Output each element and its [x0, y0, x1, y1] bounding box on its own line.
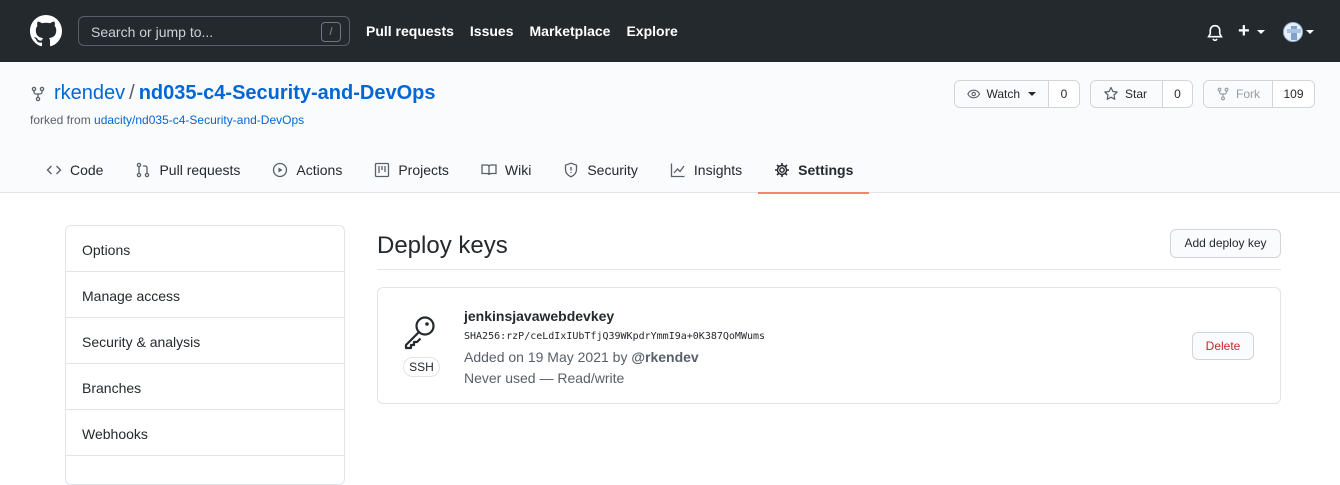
tab-label: Code — [70, 161, 104, 178]
create-new-button[interactable]: + — [1238, 21, 1250, 41]
shield-icon — [565, 162, 578, 178]
star-label: Star — [1125, 87, 1148, 101]
nav-marketplace[interactable]: Marketplace — [530, 23, 611, 39]
repo-title-separator: / — [129, 82, 135, 104]
tab-label: Security — [587, 161, 638, 178]
fork-count[interactable]: 109 — [1273, 81, 1314, 107]
nav-pull-requests[interactable]: Pull requests — [366, 23, 454, 39]
divider — [377, 269, 1281, 270]
star-count[interactable]: 0 — [1163, 81, 1192, 107]
search-placeholder: Search or jump to... — [91, 24, 214, 40]
star-button-group: Star 0 — [1090, 80, 1193, 108]
key-icon — [404, 316, 435, 350]
project-icon — [375, 162, 390, 177]
add-deploy-key-button[interactable]: Add deploy key — [1170, 229, 1281, 258]
repo-owner-link[interactable]: rkendev — [54, 82, 125, 104]
deploy-key-item: SSH jenkinsjavawebdevkey SHA256:rzP/ceLd… — [377, 287, 1281, 404]
watch-button-group: Watch 0 — [954, 80, 1080, 108]
tab-settings[interactable]: Settings — [758, 146, 870, 194]
watch-button[interactable]: Watch — [955, 81, 1049, 107]
tab-label: Settings — [798, 161, 854, 178]
forked-from: forked from udacity/nd035-c4-Security-an… — [30, 113, 304, 127]
tab-label: Actions — [296, 161, 343, 178]
git-pull-request-icon — [137, 162, 150, 177]
tab-actions[interactable]: Actions — [256, 146, 358, 193]
tab-projects[interactable]: Projects — [358, 146, 465, 193]
tab-insights[interactable]: Insights — [654, 146, 758, 193]
menu-item-security-analysis[interactable]: Security & analysis — [66, 318, 344, 364]
tab-code[interactable]: Code — [30, 146, 119, 193]
bell-icon[interactable] — [1206, 24, 1224, 42]
nav-issues[interactable]: Issues — [470, 23, 514, 39]
watch-count[interactable]: 0 — [1049, 81, 1079, 107]
tab-label: Wiki — [504, 161, 532, 178]
gear-icon — [775, 162, 790, 177]
repo-title: rkendev / nd035-c4-Security-and-DevOps — [54, 82, 435, 105]
delete-key-button[interactable]: Delete — [1192, 332, 1254, 360]
key-added-info: Added on 19 May 2021 by @rkendev — [464, 349, 699, 365]
ssh-badge: SSH — [403, 357, 440, 377]
star-icon — [1104, 86, 1118, 100]
key-added-by-link[interactable]: @rkendev — [631, 349, 698, 365]
header-nav: Pull requests Issues Marketplace Explore — [366, 23, 694, 39]
chevron-down-icon — [1257, 30, 1265, 34]
page-title: Deploy keys — [377, 232, 508, 259]
menu-item-branches[interactable]: Branches — [66, 364, 344, 410]
avatar[interactable] — [1283, 22, 1303, 42]
github-logo-icon[interactable] — [30, 15, 62, 47]
tab-security[interactable]: Security — [547, 146, 654, 193]
key-fingerprint: SHA256:rzP/ceLdIxIUbTfjQ39WKpdrYmmI9a+0K… — [464, 331, 766, 342]
nav-explore[interactable]: Explore — [626, 23, 677, 39]
settings-menu: Options Manage access Security & analysi… — [65, 225, 345, 485]
key-title: jenkinsjavawebdevkey — [464, 308, 615, 324]
tab-pull-requests[interactable]: Pull requests — [119, 146, 256, 193]
forked-from-prefix: forked from — [30, 113, 95, 127]
watch-label: Watch — [986, 87, 1020, 101]
code-icon — [46, 165, 62, 174]
fork-button-group: Fork 109 — [1203, 80, 1315, 108]
repo-forked-icon — [1217, 87, 1229, 101]
search-input[interactable]: Search or jump to... / — [78, 16, 350, 46]
key-added-text: Added on 19 May 2021 by — [464, 349, 632, 365]
repo-tabs: Code Pull requests Actions Projects Wiki… — [30, 146, 870, 194]
search-shortcut-key: / — [321, 22, 341, 42]
fork-button[interactable]: Fork — [1204, 81, 1273, 107]
book-icon — [481, 163, 497, 175]
key-usage: Never used — Read/write — [464, 370, 625, 386]
repo-forked-icon — [31, 86, 45, 102]
play-icon — [273, 162, 288, 177]
forked-from-link[interactable]: udacity/nd035-c4-Security-and-DevOps — [94, 113, 304, 127]
fork-label: Fork — [1236, 87, 1260, 101]
chevron-down-icon — [1306, 30, 1314, 34]
tab-wiki[interactable]: Wiki — [465, 146, 547, 193]
graph-icon — [670, 163, 685, 177]
menu-item-manage-access[interactable]: Manage access — [66, 272, 344, 318]
chevron-down-icon — [1028, 92, 1036, 96]
eye-icon — [967, 89, 981, 99]
star-button[interactable]: Star — [1091, 81, 1163, 107]
menu-item-webhooks[interactable]: Webhooks — [66, 410, 344, 456]
global-header: Search or jump to... / Pull requests Iss… — [0, 0, 1340, 62]
tab-label: Insights — [693, 161, 743, 178]
repo-header: rkendev / nd035-c4-Security-and-DevOps for… — [0, 62, 1340, 194]
tab-label: Projects — [398, 161, 449, 178]
menu-item-options[interactable]: Options — [66, 226, 344, 272]
tab-label: Pull requests — [159, 161, 241, 178]
repo-name-link[interactable]: nd035-c4-Security-and-DevOps — [139, 82, 436, 104]
